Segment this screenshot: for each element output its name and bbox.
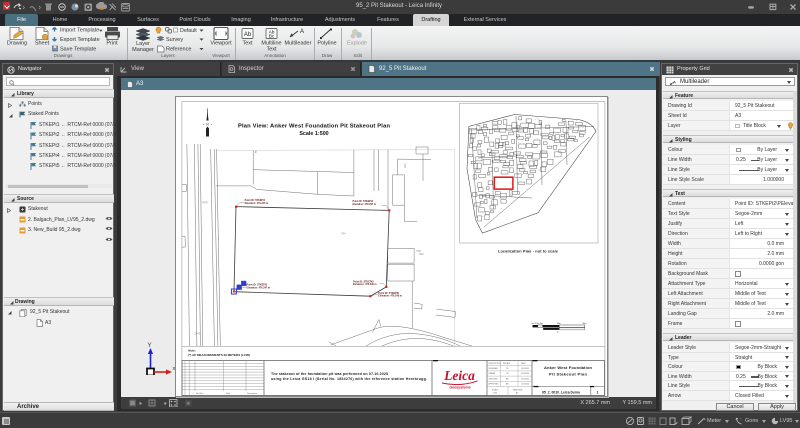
svg-text:302: 302 <box>419 252 424 256</box>
svg-text:PAGE SIZE: PAGE SIZE <box>513 389 523 392</box>
svg-text:7979: 7979 <box>201 201 208 205</box>
svg-text:AB: AB <box>506 383 509 386</box>
svg-text:TB: TB <box>506 373 509 375</box>
svg-text:Elevation: 476.297 m: Elevation: 476.297 m <box>352 203 376 206</box>
svg-text:Description: Description <box>247 392 257 395</box>
svg-text:DESIGNED: DESIGNED <box>488 368 498 370</box>
svg-text:95_2_0010_Leica Demo: 95_2_0010_Leica Demo <box>542 390 580 394</box>
svg-text:0m 2.5m 5m: 0m 2.5m 5m <box>531 323 542 325</box>
svg-text:1: 1 <box>596 390 598 394</box>
svg-text:CHECKED: CHECKED <box>488 378 497 380</box>
svg-text:Sheet: Sheet <box>35 41 50 47</box>
svg-text:Export Template: Export Template <box>60 37 100 43</box>
svg-text:SCALE: SCALE <box>492 389 499 392</box>
svg-text:Viewport: Viewport <box>210 41 232 47</box>
svg-text:m: m <box>557 332 559 334</box>
svg-text:using the Leica GS18 I (Serial: using the Leica GS18 I (Serial No. 18342… <box>271 377 427 381</box>
svg-text:#: # <box>255 150 257 154</box>
svg-text:DATE: DATE <box>521 362 526 365</box>
svg-text:Date: Date <box>226 392 231 395</box>
svg-text:Manager: Manager <box>132 47 154 53</box>
svg-text:APPROVED: APPROVED <box>488 383 499 386</box>
svg-text:Scale 1:500: Scale 1:500 <box>299 131 328 137</box>
svg-text:INITIALS: INITIALS <box>503 362 511 365</box>
svg-text:Elevation: 476.245 m: Elevation: 476.245 m <box>244 202 268 205</box>
svg-text:TB: TB <box>506 368 509 370</box>
svg-text:Survey: Survey <box>166 37 183 43</box>
svg-text:Explode: Explode <box>347 41 367 47</box>
svg-text:A3: A3 <box>516 392 518 395</box>
svg-text:DRAWN: DRAWN <box>488 372 495 375</box>
svg-text:20m: 20m <box>582 323 586 325</box>
svg-text:Multileader: Multileader <box>285 41 312 47</box>
svg-text:Text: Text <box>242 41 253 47</box>
svg-text:2143: 2143 <box>194 332 201 336</box>
svg-text:Plan View: Anker West Foundati: Plan View: Anker West Foundation Pit Sta… <box>238 124 390 130</box>
svg-text:Geosystems: Geosystems <box>449 386 470 390</box>
svg-text:Polyline: Polyline <box>317 41 336 47</box>
svg-text:Bc: Bc <box>269 34 275 40</box>
svg-text:A: A <box>674 80 677 84</box>
svg-text:Elevation: 476.247 m: Elevation: 476.247 m <box>246 286 270 289</box>
svg-text:Drawing: Drawing <box>7 41 27 47</box>
svg-text:Ab: Ab <box>244 32 252 38</box>
svg-text:AB: AB <box>506 377 509 380</box>
svg-text:A: A <box>300 29 304 35</box>
svg-text:(*) All MEASUREMENTS IN METERS: (*) All MEASUREMENTS IN METERS (LV95) <box>188 353 250 357</box>
svg-text:Elevation: 476.248 m: Elevation: 476.248 m <box>378 295 402 298</box>
svg-text:1:500: 1:500 <box>492 393 497 395</box>
svg-text:Default: Default <box>180 28 197 34</box>
svg-text:748: 748 <box>403 163 407 168</box>
svg-text:Save Template: Save Template <box>60 47 96 53</box>
svg-text:Import Template: Import Template <box>60 28 99 34</box>
svg-text:Text: Text <box>266 47 277 53</box>
svg-text:Y: Y <box>148 343 152 349</box>
svg-text:Elevation: 476.246 m: Elevation: 476.246 m <box>353 283 377 286</box>
svg-text:10/1/2025: 10/1/2025 <box>521 378 529 380</box>
svg-text:N: N <box>206 123 209 127</box>
svg-text:Anker West Foundation: Anker West Foundation <box>544 365 593 370</box>
svg-text:Leica: Leica <box>443 368 475 383</box>
svg-text:The stakeout of the foundation: The stakeout of the foundation pit was p… <box>271 372 388 376</box>
svg-text:10/1/2025: 10/1/2025 <box>521 384 529 386</box>
svg-text:No. Rev: No. Rev <box>196 393 203 395</box>
svg-text:Localization Plan - not to sca: Localization Plan - not to scale <box>498 250 558 254</box>
svg-text:Reference: Reference <box>166 47 191 53</box>
svg-text:10m: 10m <box>556 323 560 325</box>
svg-text:10/1/2025: 10/1/2025 <box>521 368 529 370</box>
svg-text:10/1/2025: 10/1/2025 <box>521 373 529 375</box>
svg-text:Print: Print <box>106 41 118 47</box>
svg-text:Pit Stakeout Plan: Pit Stakeout Plan <box>549 372 588 377</box>
svg-text:744: 744 <box>341 232 346 236</box>
svg-text:°: ° <box>740 417 742 422</box>
svg-text:DESCRIPTION: DESCRIPTION <box>488 363 501 365</box>
